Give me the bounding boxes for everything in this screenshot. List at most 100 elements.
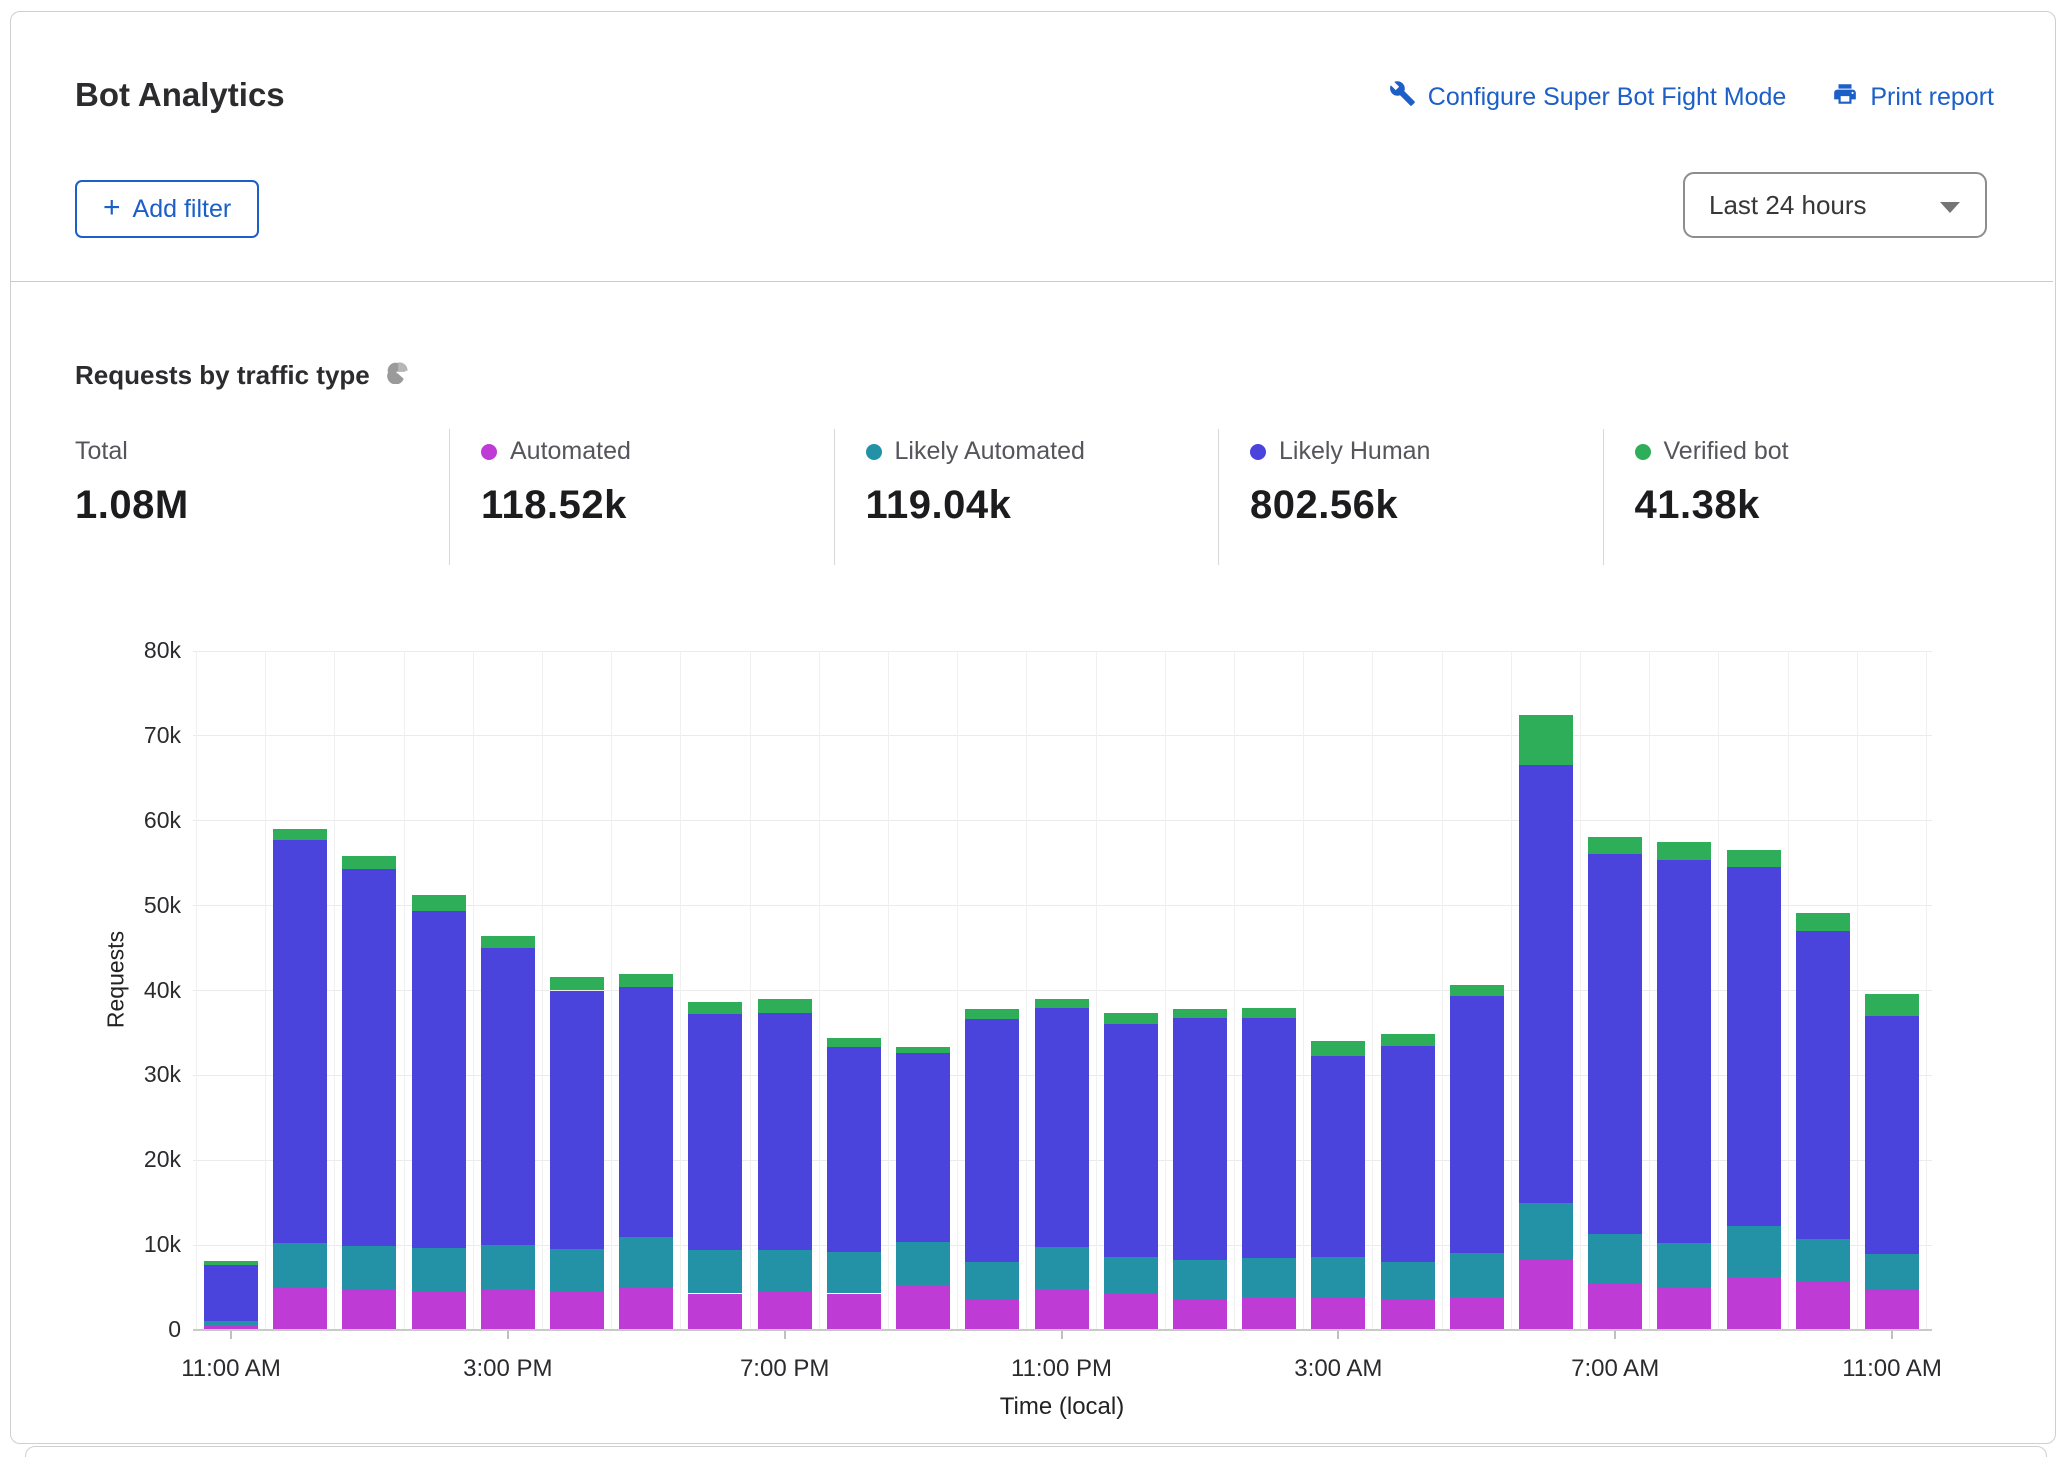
bar-segment-likely-automated[interactable] [481, 1245, 535, 1289]
bar-segment-verified-bot[interactable] [1104, 1013, 1158, 1023]
bar-segment-automated[interactable] [1450, 1297, 1504, 1330]
bar-segment-likely-human[interactable] [1796, 931, 1850, 1239]
bar-segment-automated[interactable] [619, 1288, 673, 1330]
bar-segment-likely-automated[interactable] [273, 1243, 327, 1288]
bar-segment-verified-bot[interactable] [204, 1261, 258, 1265]
bar-segment-automated[interactable] [1519, 1260, 1573, 1330]
bar-segment-verified-bot[interactable] [827, 1038, 881, 1047]
bar-segment-automated[interactable] [1588, 1284, 1642, 1330]
bar-segment-automated[interactable] [1311, 1298, 1365, 1330]
bar-segment-verified-bot[interactable] [412, 895, 466, 911]
bar-segment-verified-bot[interactable] [1796, 913, 1850, 931]
bar-segment-likely-automated[interactable] [827, 1252, 881, 1294]
bar-segment-likely-human[interactable] [1450, 996, 1504, 1252]
bar-segment-likely-automated[interactable] [896, 1242, 950, 1285]
bar-segment-likely-automated[interactable] [1657, 1243, 1711, 1287]
bar-segment-likely-automated[interactable] [1035, 1247, 1089, 1289]
bar-segment-likely-human[interactable] [827, 1047, 881, 1252]
bar-segment-automated[interactable] [342, 1290, 396, 1330]
y-axis-tick-label: 0 [71, 1316, 181, 1343]
bar-segment-verified-bot[interactable] [1173, 1009, 1227, 1017]
bar-segment-likely-automated[interactable] [1796, 1239, 1850, 1282]
bar-segment-verified-bot[interactable] [688, 1002, 742, 1014]
bar-segment-verified-bot[interactable] [481, 936, 535, 948]
bar-segment-likely-human[interactable] [412, 911, 466, 1248]
bar-segment-verified-bot[interactable] [342, 856, 396, 870]
bar-segment-likely-human[interactable] [1865, 1016, 1919, 1254]
bar-segment-verified-bot[interactable] [896, 1047, 950, 1054]
bar-segment-likely-automated[interactable] [412, 1248, 466, 1291]
bar-segment-verified-bot[interactable] [1381, 1034, 1435, 1046]
bar-segment-likely-automated[interactable] [1242, 1258, 1296, 1297]
bar-segment-likely-automated[interactable] [1588, 1234, 1642, 1284]
bar-segment-automated[interactable] [896, 1285, 950, 1330]
bar-segment-automated[interactable] [1796, 1282, 1850, 1330]
bar-segment-automated[interactable] [688, 1294, 742, 1330]
bar-segment-automated[interactable] [1035, 1289, 1089, 1330]
bar-segment-verified-bot[interactable] [1450, 985, 1504, 996]
bar-segment-verified-bot[interactable] [1519, 715, 1573, 765]
bar-segment-likely-automated[interactable] [688, 1250, 742, 1293]
bar-segment-automated[interactable] [481, 1289, 535, 1330]
bar-segment-likely-automated[interactable] [204, 1321, 258, 1326]
bar-segment-automated[interactable] [965, 1299, 1019, 1330]
bar-segment-likely-automated[interactable] [1104, 1257, 1158, 1294]
bar-segment-likely-human[interactable] [204, 1265, 258, 1320]
bar-segment-likely-human[interactable] [1035, 1008, 1089, 1246]
bar-segment-automated[interactable] [412, 1291, 466, 1330]
bar-segment-automated[interactable] [1727, 1277, 1781, 1330]
bar-segment-likely-automated[interactable] [619, 1237, 673, 1288]
bar-segment-likely-automated[interactable] [1865, 1254, 1919, 1290]
bar-segment-likely-automated[interactable] [1311, 1257, 1365, 1298]
bar-segment-likely-automated[interactable] [1450, 1253, 1504, 1297]
bar-segment-verified-bot[interactable] [1311, 1041, 1365, 1056]
bar-segment-likely-automated[interactable] [965, 1262, 1019, 1298]
bar-segment-automated[interactable] [758, 1292, 812, 1330]
bar-segment-verified-bot[interactable] [965, 1009, 1019, 1018]
bar-segment-likely-automated[interactable] [1519, 1203, 1573, 1260]
bar-segment-verified-bot[interactable] [1657, 842, 1711, 860]
bar-segment-likely-automated[interactable] [550, 1249, 604, 1292]
bar-segment-automated[interactable] [1865, 1290, 1919, 1330]
bar-segment-verified-bot[interactable] [550, 977, 604, 991]
bar-segment-likely-human[interactable] [1173, 1018, 1227, 1260]
bar-segment-automated[interactable] [1173, 1300, 1227, 1330]
bar-segment-automated[interactable] [1104, 1294, 1158, 1330]
bar-segment-likely-human[interactable] [1104, 1024, 1158, 1257]
bar-segment-likely-human[interactable] [758, 1013, 812, 1251]
bar-segment-likely-automated[interactable] [758, 1250, 812, 1292]
bar-segment-likely-human[interactable] [1519, 765, 1573, 1203]
bar-segment-likely-human[interactable] [1242, 1018, 1296, 1258]
bar-segment-verified-bot[interactable] [758, 999, 812, 1013]
bar-segment-verified-bot[interactable] [1035, 999, 1089, 1008]
bar-segment-likely-human[interactable] [1311, 1056, 1365, 1257]
bar-segment-likely-human[interactable] [965, 1019, 1019, 1263]
bar-segment-automated[interactable] [827, 1294, 881, 1330]
bar-segment-likely-human[interactable] [1588, 854, 1642, 1234]
bar-segment-likely-human[interactable] [1657, 860, 1711, 1243]
bar-segment-automated[interactable] [273, 1288, 327, 1330]
bar-segment-automated[interactable] [1657, 1287, 1711, 1330]
bar-segment-likely-human[interactable] [273, 840, 327, 1242]
bar-segment-verified-bot[interactable] [1865, 994, 1919, 1016]
bar-segment-automated[interactable] [1381, 1299, 1435, 1330]
bar-segment-likely-automated[interactable] [1381, 1262, 1435, 1299]
bar-segment-automated[interactable] [550, 1292, 604, 1330]
bar-segment-likely-automated[interactable] [1173, 1260, 1227, 1301]
bar-segment-likely-automated[interactable] [1727, 1226, 1781, 1277]
bar-segment-likely-human[interactable] [481, 948, 535, 1245]
bar-segment-likely-human[interactable] [550, 991, 604, 1249]
bar-segment-likely-human[interactable] [688, 1014, 742, 1250]
bar-segment-verified-bot[interactable] [619, 974, 673, 988]
bar-segment-likely-human[interactable] [342, 869, 396, 1246]
bar-segment-verified-bot[interactable] [273, 829, 327, 840]
bar-segment-likely-human[interactable] [619, 987, 673, 1237]
bar-segment-verified-bot[interactable] [1242, 1008, 1296, 1017]
bar-segment-likely-human[interactable] [896, 1053, 950, 1241]
bar-segment-likely-automated[interactable] [342, 1246, 396, 1290]
bar-segment-likely-human[interactable] [1381, 1046, 1435, 1262]
bar-segment-automated[interactable] [1242, 1297, 1296, 1330]
bar-segment-likely-human[interactable] [1727, 867, 1781, 1227]
bar-segment-verified-bot[interactable] [1588, 837, 1642, 854]
bar-segment-verified-bot[interactable] [1727, 850, 1781, 867]
